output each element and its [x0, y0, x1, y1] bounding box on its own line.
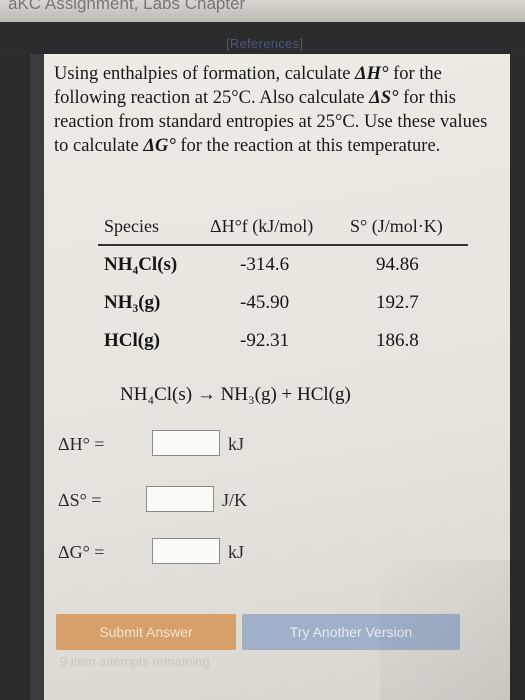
enthalpy-cell: -92.31	[240, 330, 290, 351]
delta-h-unit: kJ	[228, 434, 245, 454]
header-entropy: S° (J/mol·K)	[350, 216, 443, 236]
table-header: Species ΔH°f (kJ/mol) S° (J/mol·K)	[98, 210, 468, 246]
delta-s-unit: J/K	[222, 490, 248, 510]
delta-h-input[interactable]	[152, 430, 220, 456]
species-cell: NH₃(g)	[104, 292, 161, 313]
delta-s-input[interactable]	[146, 486, 214, 512]
question-line5: at this temperature.	[297, 136, 441, 156]
browser-top-strip: aKC Assignment, Labs Chapter	[0, 0, 525, 22]
table-row: HCl(g) -92.31 186.8	[98, 322, 468, 360]
entropy-cell: 192.7	[376, 292, 419, 313]
delta-g-input[interactable]	[152, 538, 220, 564]
submit-answer-button[interactable]: Submit Answer	[56, 614, 236, 650]
species-cell: NH₄Cl(s)	[104, 254, 178, 275]
reaction-equation: NH₄Cl(s) → NH₃(g) + HCl(g)	[120, 384, 351, 405]
try-another-version-button[interactable]: Try Another Version	[242, 614, 460, 650]
delta-h-label: ΔH° =	[58, 434, 105, 454]
question-line1: Using enthalpies of formation, calculate	[54, 64, 351, 84]
delta-g-label: ΔG° =	[58, 542, 105, 562]
enthalpy-cell: -314.6	[240, 254, 290, 275]
delta-s-symbol: ΔS°	[369, 88, 399, 108]
references-link[interactable]: [References]	[226, 36, 303, 51]
thermo-data-table: Species ΔH°f (kJ/mol) S° (J/mol·K) NH₄Cl…	[98, 210, 468, 360]
delta-h-symbol: ΔH°	[355, 64, 389, 84]
cropped-header-text: aKC Assignment, Labs Chapter	[8, 0, 246, 13]
delta-s-label: ΔS° =	[58, 490, 102, 510]
header-enthalpy: ΔH°f (kJ/mol)	[210, 216, 314, 236]
table-row: NH₃(g) -45.90 192.7	[98, 284, 468, 322]
question-text: Using enthalpies of formation, calculate…	[54, 62, 494, 158]
entropy-cell: 94.86	[376, 254, 419, 275]
header-species: Species	[104, 216, 159, 236]
question-line1b: for	[393, 64, 415, 84]
enthalpy-cell: -45.90	[240, 292, 290, 313]
delta-g-unit: kJ	[228, 542, 245, 562]
delta-g-symbol: ΔG°	[143, 136, 176, 156]
question-line4b: for the reaction	[180, 136, 294, 156]
species-cell: HCl(g)	[104, 330, 160, 351]
attempts-remaining-text: 9 item attempts remaining	[60, 654, 210, 669]
table-row: NH₄Cl(s) -314.6 94.86	[98, 246, 468, 284]
entropy-cell: 186.8	[376, 330, 419, 351]
